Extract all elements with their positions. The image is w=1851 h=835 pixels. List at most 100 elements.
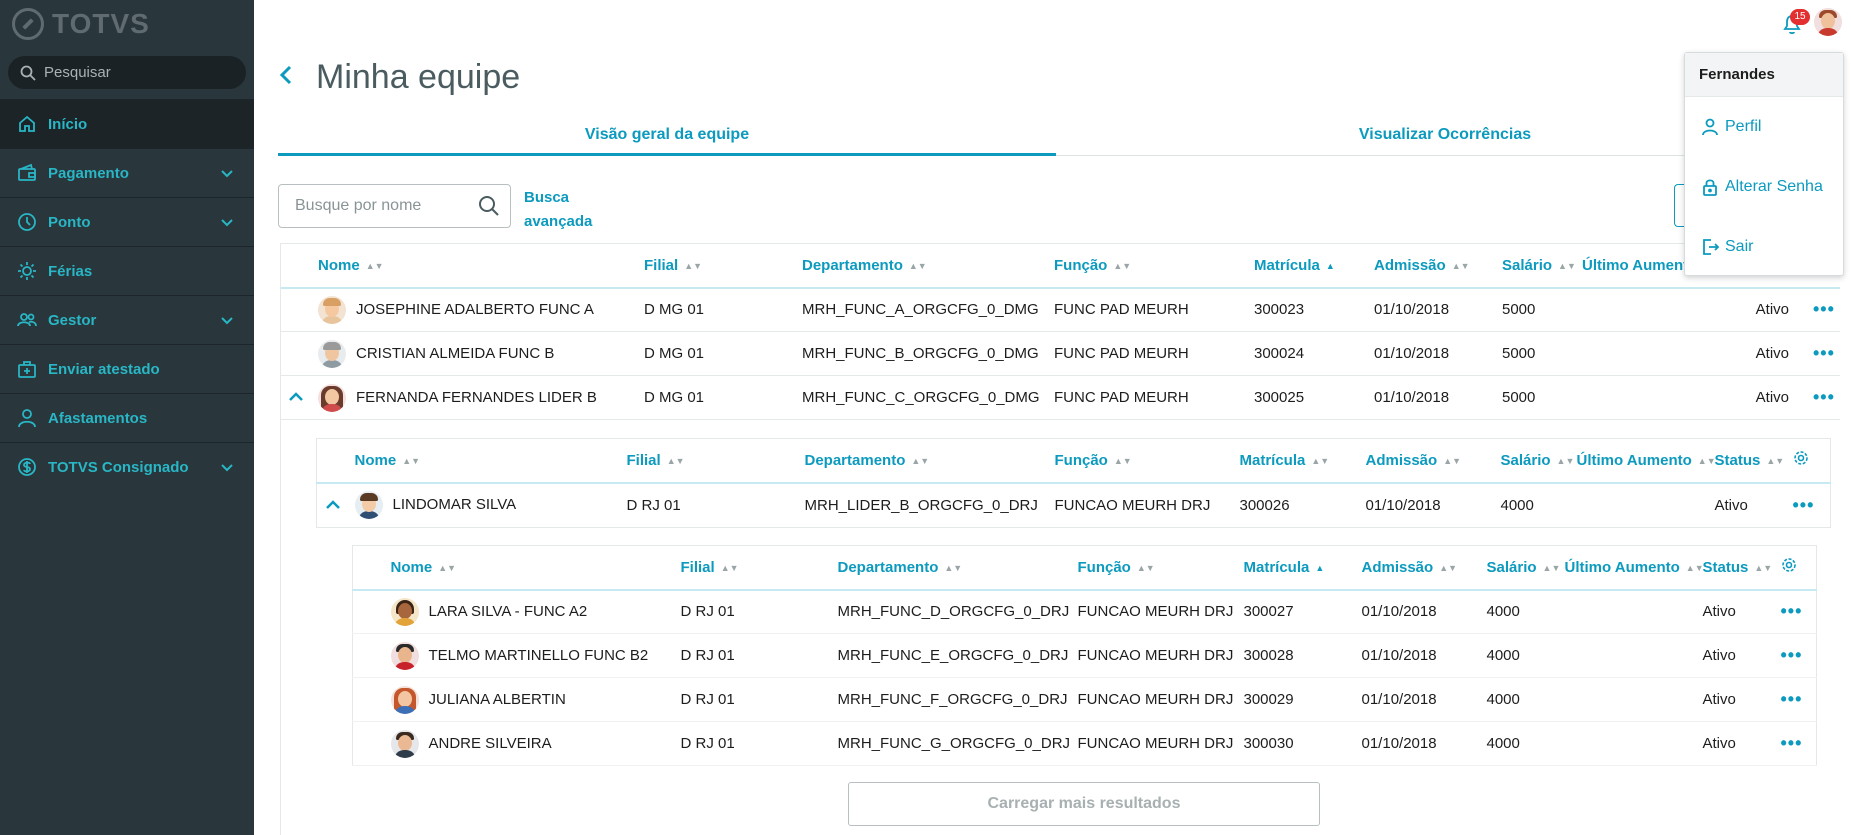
- column-header-ultimo-aumento[interactable]: Último Aumento ▲▼: [1577, 439, 1716, 483]
- cell-salario: 5000: [1502, 389, 1536, 406]
- advanced-search-link[interactable]: Busca avançada: [524, 186, 614, 234]
- name-search-input[interactable]: Busque por nome: [278, 184, 511, 228]
- table-row[interactable]: ANDRE SILVEIRA D RJ 01 MRH_FUNC_G_ORGCFG…: [352, 722, 1817, 766]
- sidebar-item-pagamento[interactable]: Pagamento: [0, 148, 254, 197]
- sidebar-item-gestor[interactable]: Gestor: [0, 295, 254, 344]
- column-header-status[interactable]: Status ▲▼: [1703, 546, 1781, 590]
- employee-name: FERNANDA FERNANDES LIDER B: [356, 388, 597, 406]
- search-icon: [20, 65, 36, 81]
- page-header: Minha equipe: [278, 58, 520, 97]
- sidebar-item-ponto[interactable]: Ponto: [0, 197, 254, 246]
- table-row[interactable]: JOSEPHINE ADALBERTO FUNC A D MG 01 MRH_F…: [280, 288, 1840, 332]
- avatar: [390, 685, 419, 714]
- column-header-salario[interactable]: Salário ▲▼: [1502, 244, 1582, 288]
- back-arrow-icon[interactable]: [278, 63, 294, 92]
- table-row[interactable]: JULIANA ALBERTIN D RJ 01 MRH_FUNC_F_ORGC…: [352, 678, 1817, 722]
- employee-name: CRISTIAN ALMEIDA FUNC B: [356, 344, 555, 362]
- user-avatar[interactable]: [1814, 8, 1842, 36]
- table-row[interactable]: CRISTIAN ALMEIDA FUNC B D MG 01 MRH_FUNC…: [280, 332, 1840, 376]
- sidebar-item-totvs-consignado[interactable]: TOTVS Consignado: [0, 442, 254, 491]
- load-more-button[interactable]: Carregar mais resultados: [848, 782, 1320, 826]
- cell-funcao: FUNCAO MEURH DRJ: [1054, 496, 1211, 514]
- column-header-departamento[interactable]: Departamento ▲▼: [805, 439, 1055, 483]
- totvs-logo[interactable]: TOTVS: [12, 6, 150, 42]
- sidebar-item-ferias[interactable]: Férias: [0, 246, 254, 295]
- subteam-table: Nome ▲▼ Filial ▲▼ Departamento ▲▼ Função ▲▼ …: [316, 438, 1831, 528]
- menu-item-alterar-senha[interactable]: Alterar Senha: [1685, 157, 1843, 217]
- cell-matricula: 300023: [1254, 301, 1305, 319]
- more-options-icon[interactable]: •••: [1793, 483, 1831, 527]
- cell-admissao: 01/10/2018: [1374, 389, 1450, 406]
- more-options-icon[interactable]: •••: [1781, 634, 1817, 678]
- table-row[interactable]: TELMO MARTINELLO FUNC B2 D RJ 01 MRH_FUN…: [352, 634, 1817, 678]
- cell-salario: 4000: [1486, 735, 1520, 752]
- more-options-icon[interactable]: •••: [1781, 678, 1817, 722]
- cell-funcao: FUNC PAD MEURH: [1054, 345, 1189, 362]
- column-header-nome[interactable]: Nome ▲▼: [391, 546, 681, 590]
- column-header-status[interactable]: Status ▲▼: [1715, 439, 1793, 483]
- tab-visao-geral[interactable]: Visão geral da equipe: [278, 118, 1056, 156]
- more-options-icon[interactable]: •••: [1781, 590, 1817, 634]
- more-options-icon[interactable]: •••: [1813, 376, 1840, 420]
- column-header-filial[interactable]: Filial ▲▼: [627, 439, 805, 483]
- column-header-admissao[interactable]: Admissão ▲▼: [1374, 244, 1502, 288]
- team-table: Nome ▲▼ Filial ▲▼ Departamento ▲▼ Função ▲▼ …: [280, 243, 1840, 420]
- column-header-funcao[interactable]: Função ▲▼: [1054, 244, 1254, 288]
- settings-gear-icon[interactable]: [1781, 546, 1817, 590]
- more-options-icon[interactable]: •••: [1813, 332, 1840, 376]
- sidebar-search-input[interactable]: Pesquisar: [8, 56, 246, 89]
- more-options-icon[interactable]: •••: [1813, 288, 1840, 332]
- column-header-matricula[interactable]: Matrícula ▲▼: [1240, 439, 1366, 483]
- notification-count-badge: 15: [1790, 9, 1810, 25]
- cell-departamento: MRH_FUNC_B_ORGCFG_0_DMG: [802, 345, 1039, 362]
- sidebar-search-placeholder: Pesquisar: [44, 64, 111, 81]
- person-icon: [1702, 118, 1718, 136]
- column-header-salario[interactable]: Salário ▲▼: [1487, 546, 1565, 590]
- table-row-expanded[interactable]: FERNANDA FERNANDES LIDER B D MG 01 MRH_F…: [280, 376, 1840, 420]
- column-header-departamento[interactable]: Departamento ▲▼: [838, 546, 1078, 590]
- column-header-ultimo-aumento[interactable]: Último Aumento ▲▼: [1565, 546, 1704, 590]
- column-header-nome[interactable]: Nome ▲▼: [355, 439, 627, 483]
- cell-salario: 4000: [1486, 603, 1520, 621]
- settings-gear-icon[interactable]: [1793, 439, 1831, 483]
- cell-departamento: MRH_FUNC_F_ORGCFG_0_DRJ: [837, 691, 1068, 708]
- cell-funcao: FUNCAO MEURH DRJ: [1077, 603, 1234, 621]
- column-header-admissao[interactable]: Admissão ▲▼: [1366, 439, 1501, 483]
- column-header-departamento[interactable]: Departamento ▲▼: [802, 244, 1054, 288]
- table-row[interactable]: LARA SILVA - FUNC A2 D RJ 01 MRH_FUNC_D_…: [352, 590, 1817, 634]
- cell-status: Ativo: [1702, 691, 1736, 708]
- column-header-nome[interactable]: Nome ▲▼: [318, 244, 644, 288]
- cell-funcao: FUNCAO MEURH DRJ: [1077, 735, 1234, 752]
- cell-matricula: 300029: [1243, 691, 1294, 708]
- search-icon[interactable]: [478, 195, 500, 217]
- cell-status: Ativo: [1755, 389, 1789, 406]
- cell-status: Ativo: [1702, 647, 1736, 664]
- column-header-filial[interactable]: Filial ▲▼: [681, 546, 838, 590]
- column-header-admissao[interactable]: Admissão ▲▼: [1362, 546, 1487, 590]
- avatar: [390, 641, 419, 670]
- sidebar-item-enviar-atestado[interactable]: Enviar atestado: [0, 344, 254, 393]
- column-header-matricula[interactable]: Matrícula ▲: [1244, 546, 1362, 590]
- column-header-filial[interactable]: Filial ▲▼: [644, 244, 802, 288]
- collapse-chevron-icon[interactable]: [317, 483, 355, 527]
- table-row-expanded[interactable]: LINDOMAR SILVA D RJ 01 MRH_LIDER_B_ORGCF…: [317, 483, 1831, 527]
- collapse-chevron-icon[interactable]: [280, 376, 318, 420]
- clock-icon: [16, 211, 38, 233]
- logo-icon: [12, 8, 44, 40]
- column-header-funcao[interactable]: Função ▲▼: [1078, 546, 1244, 590]
- column-header-salario[interactable]: Salário ▲▼: [1501, 439, 1577, 483]
- sidebar-item-label: Férias: [48, 262, 93, 280]
- logo-text: TOTVS: [52, 8, 150, 39]
- employee-name: LARA SILVA - FUNC A2: [428, 602, 588, 620]
- avatar: [1814, 8, 1842, 36]
- sidebar-item-inicio[interactable]: Início: [0, 99, 254, 148]
- advanced-search-label-2: avançada: [524, 213, 593, 230]
- column-header-funcao[interactable]: Função ▲▼: [1055, 439, 1240, 483]
- column-header-matricula[interactable]: Matrícula ▲: [1254, 244, 1374, 288]
- home-icon: [16, 113, 38, 135]
- sidebar-item-afastamentos[interactable]: Afastamentos: [0, 393, 254, 442]
- menu-item-sair[interactable]: Sair: [1685, 217, 1843, 277]
- table-header-row: Nome ▲▼ Filial ▲▼ Departamento ▲▼ Função ▲▼ …: [352, 546, 1817, 590]
- more-options-icon[interactable]: •••: [1781, 722, 1817, 766]
- menu-item-perfil[interactable]: Perfil: [1685, 97, 1843, 157]
